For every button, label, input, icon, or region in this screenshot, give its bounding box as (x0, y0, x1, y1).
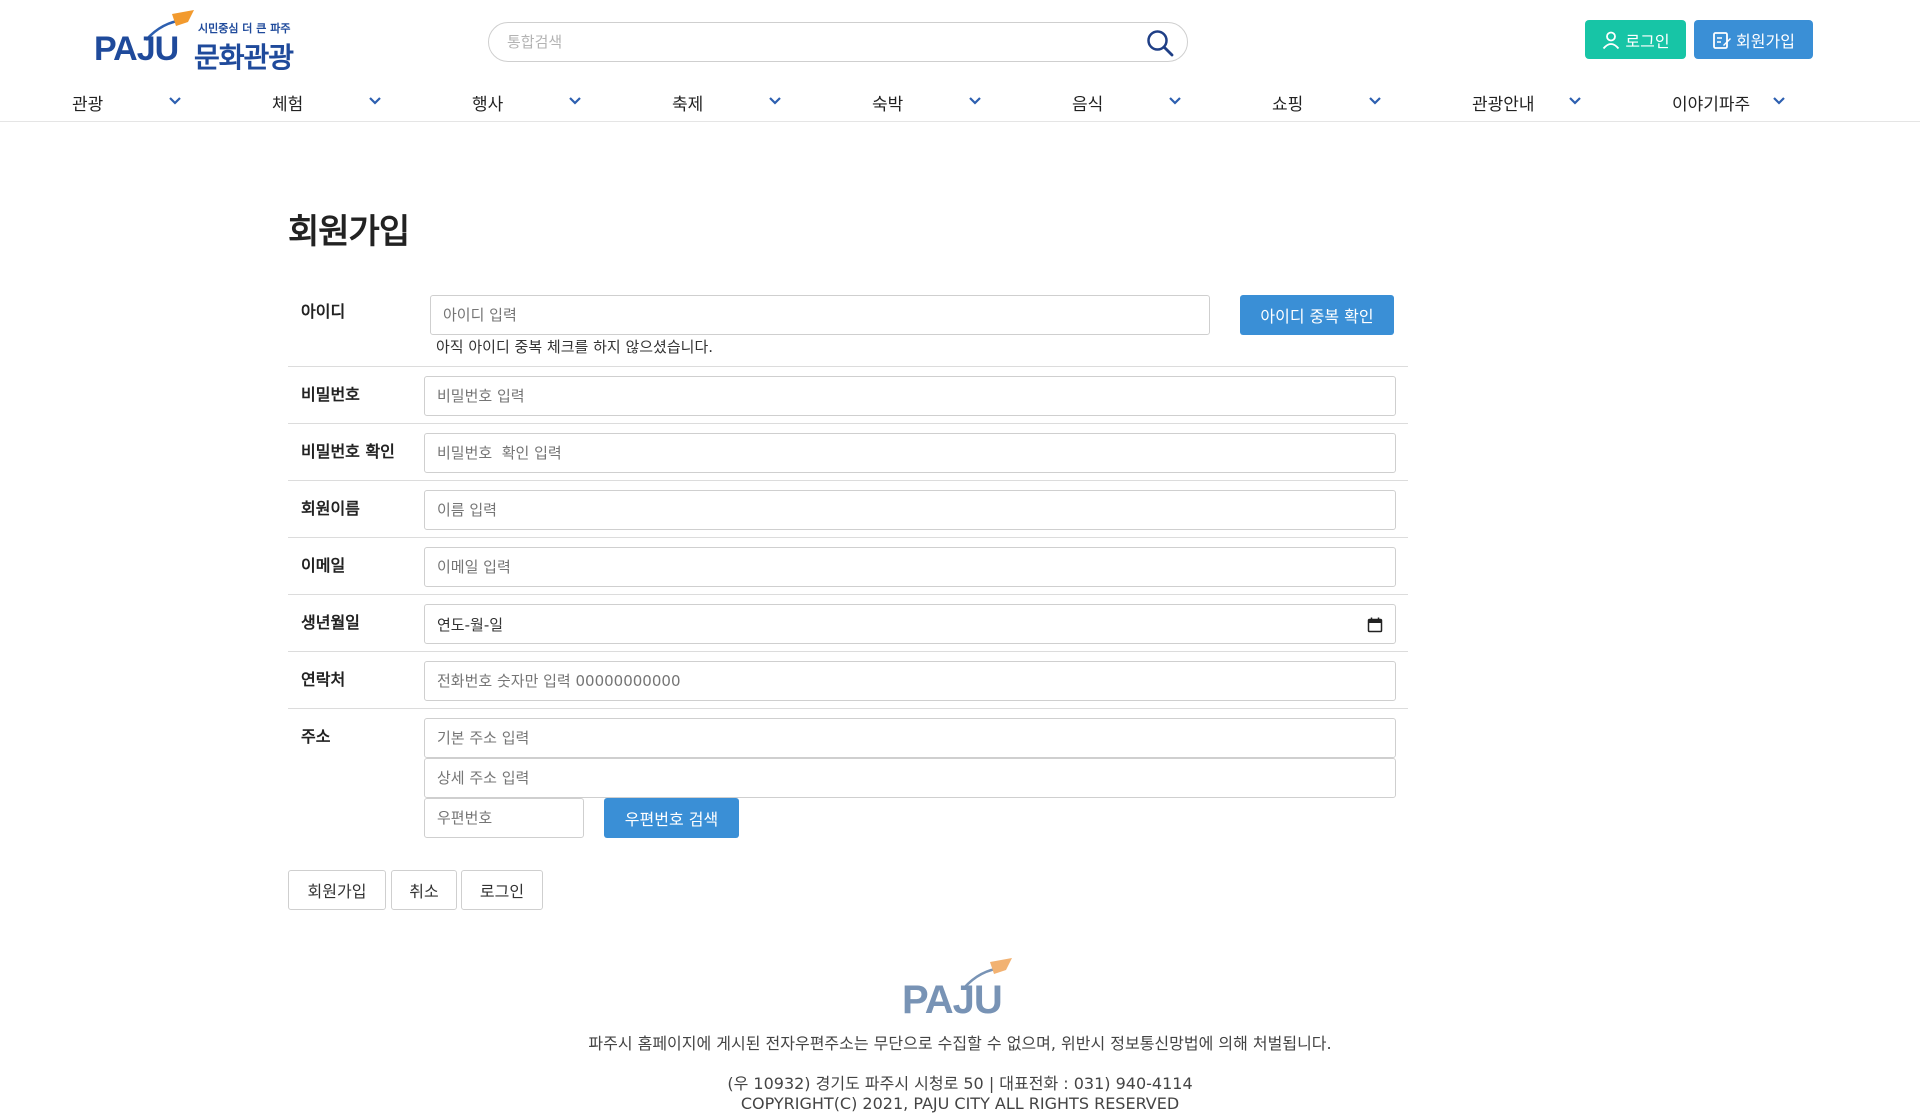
logo-brand: PAJU (94, 30, 179, 68)
chevron-down-icon (169, 97, 181, 105)
name-input[interactable] (424, 490, 1396, 530)
form-row-email: 이메일 (288, 538, 1408, 595)
join-button-label: 회원가입 (1736, 31, 1795, 51)
birthdate-value: 연도-월-일 (437, 615, 504, 634)
footer-copyright: COPYRIGHT(C) 2021, PAJU CITY ALL RIGHTS … (740, 1094, 1180, 1113)
password-label: 비밀번호 (301, 385, 360, 404)
birthdate-label: 생년월일 (301, 613, 360, 632)
id-check-hint: 아직 아이디 중복 체크를 하지 않으셨습니다. (436, 338, 714, 356)
nav-item-label: 관광 (72, 94, 104, 115)
id-duplicate-check-button[interactable]: 아이디 중복 확인 (1240, 295, 1394, 335)
name-label: 회원이름 (301, 499, 360, 518)
page-title: 회원가입 (288, 212, 410, 252)
zipcode-search-button[interactable]: 우편번호 검색 (604, 798, 739, 838)
nav-item-festival[interactable]: 축제 (672, 82, 792, 122)
nav-item-label: 행사 (472, 94, 504, 115)
chevron-down-icon (1369, 97, 1381, 105)
edit-form-icon (1713, 31, 1732, 49)
chevron-down-icon (569, 97, 581, 105)
nav-item-tour[interactable]: 관광 (72, 82, 192, 122)
chevron-down-icon (1169, 97, 1181, 105)
footer-address: (우 10932) 경기도 파주시 시청로 50 | 대표전화 : 031) 9… (727, 1074, 1193, 1093)
zipcode-input[interactable] (424, 798, 584, 838)
cancel-button[interactable]: 취소 (391, 870, 457, 910)
calendar-icon[interactable] (1367, 617, 1383, 633)
nav-item-shopping[interactable]: 쇼핑 (1272, 82, 1392, 122)
search-input[interactable] (507, 23, 1107, 61)
nav-item-label: 축제 (672, 94, 704, 115)
search-icon[interactable] (1145, 28, 1175, 58)
submit-join-button[interactable]: 회원가입 (288, 870, 386, 910)
address-label: 주소 (301, 727, 331, 746)
birthdate-input[interactable]: 연도-월-일 (424, 604, 1396, 644)
form-row-name: 회원이름 (288, 481, 1408, 538)
password-confirm-label: 비밀번호 확인 (301, 442, 395, 461)
site-header: PAJU 시민중심 더 큰 파주 문화관광 로그인 회원가입 관광 (0, 0, 1920, 122)
login-button[interactable]: 로그인 (1585, 20, 1686, 59)
phone-input[interactable] (424, 661, 1396, 701)
go-login-button[interactable]: 로그인 (461, 870, 543, 910)
site-logo[interactable]: PAJU 시민중심 더 큰 파주 문화관광 (94, 8, 304, 74)
form-row-id: 아이디 아이디 중복 확인 아직 아이디 중복 체크를 하지 않으셨습니다. (288, 284, 1408, 367)
nav-item-label: 쇼핑 (1272, 94, 1304, 115)
main-nav: 관광 체험 행사 축제 숙박 음식 쇼핑 관광안내 이야기파주 (0, 82, 1920, 122)
email-input[interactable] (424, 547, 1396, 587)
nav-item-event[interactable]: 행사 (472, 82, 592, 122)
search-box (488, 22, 1188, 62)
form-row-password: 비밀번호 (288, 367, 1408, 424)
id-label: 아이디 (301, 302, 346, 321)
footer-notice: 파주시 홈페이지에 게시된 전자우편주소는 무단으로 수집할 수 없으며, 위반… (588, 1034, 1332, 1053)
form-row-phone: 연락처 (288, 652, 1408, 709)
nav-item-tour-info[interactable]: 관광안내 (1472, 82, 1592, 122)
chevron-down-icon (769, 97, 781, 105)
logo-tagline-main: 문화관광 (194, 41, 294, 74)
chevron-down-icon (1773, 97, 1785, 105)
form-row-birthdate: 생년월일 연도-월-일 (288, 595, 1408, 652)
email-label: 이메일 (301, 556, 346, 575)
nav-item-food[interactable]: 음식 (1072, 82, 1192, 122)
password-input[interactable] (424, 376, 1396, 416)
phone-label: 연락처 (301, 670, 346, 689)
nav-item-lodging[interactable]: 숙박 (872, 82, 992, 122)
nav-item-paju-story[interactable]: 이야기파주 (1672, 82, 1792, 122)
form-row-address: 주소 우편번호 검색 (288, 709, 1408, 844)
logo-tagline-small: 시민중심 더 큰 파주 (198, 22, 291, 35)
nav-item-experience[interactable]: 체험 (272, 82, 392, 122)
footer-logo: PAJU (902, 956, 1022, 1022)
chevron-down-icon (1569, 97, 1581, 105)
nav-item-label: 음식 (1072, 94, 1104, 115)
chevron-down-icon (369, 97, 381, 105)
chevron-down-icon (969, 97, 981, 105)
user-icon (1603, 31, 1620, 49)
nav-item-label: 관광안내 (1472, 94, 1535, 115)
login-button-label: 로그인 (1625, 31, 1670, 51)
form-row-password-confirm: 비밀번호 확인 (288, 424, 1408, 481)
address-base-input[interactable] (424, 718, 1396, 758)
password-confirm-input[interactable] (424, 433, 1396, 473)
nav-item-label: 체험 (272, 94, 304, 115)
join-button[interactable]: 회원가입 (1694, 20, 1813, 59)
id-input[interactable] (430, 295, 1210, 335)
nav-item-label: 숙박 (872, 94, 904, 115)
address-detail-input[interactable] (424, 758, 1396, 798)
nav-item-label: 이야기파주 (1672, 94, 1751, 115)
footer-logo-brand: PAJU (902, 978, 1003, 1022)
